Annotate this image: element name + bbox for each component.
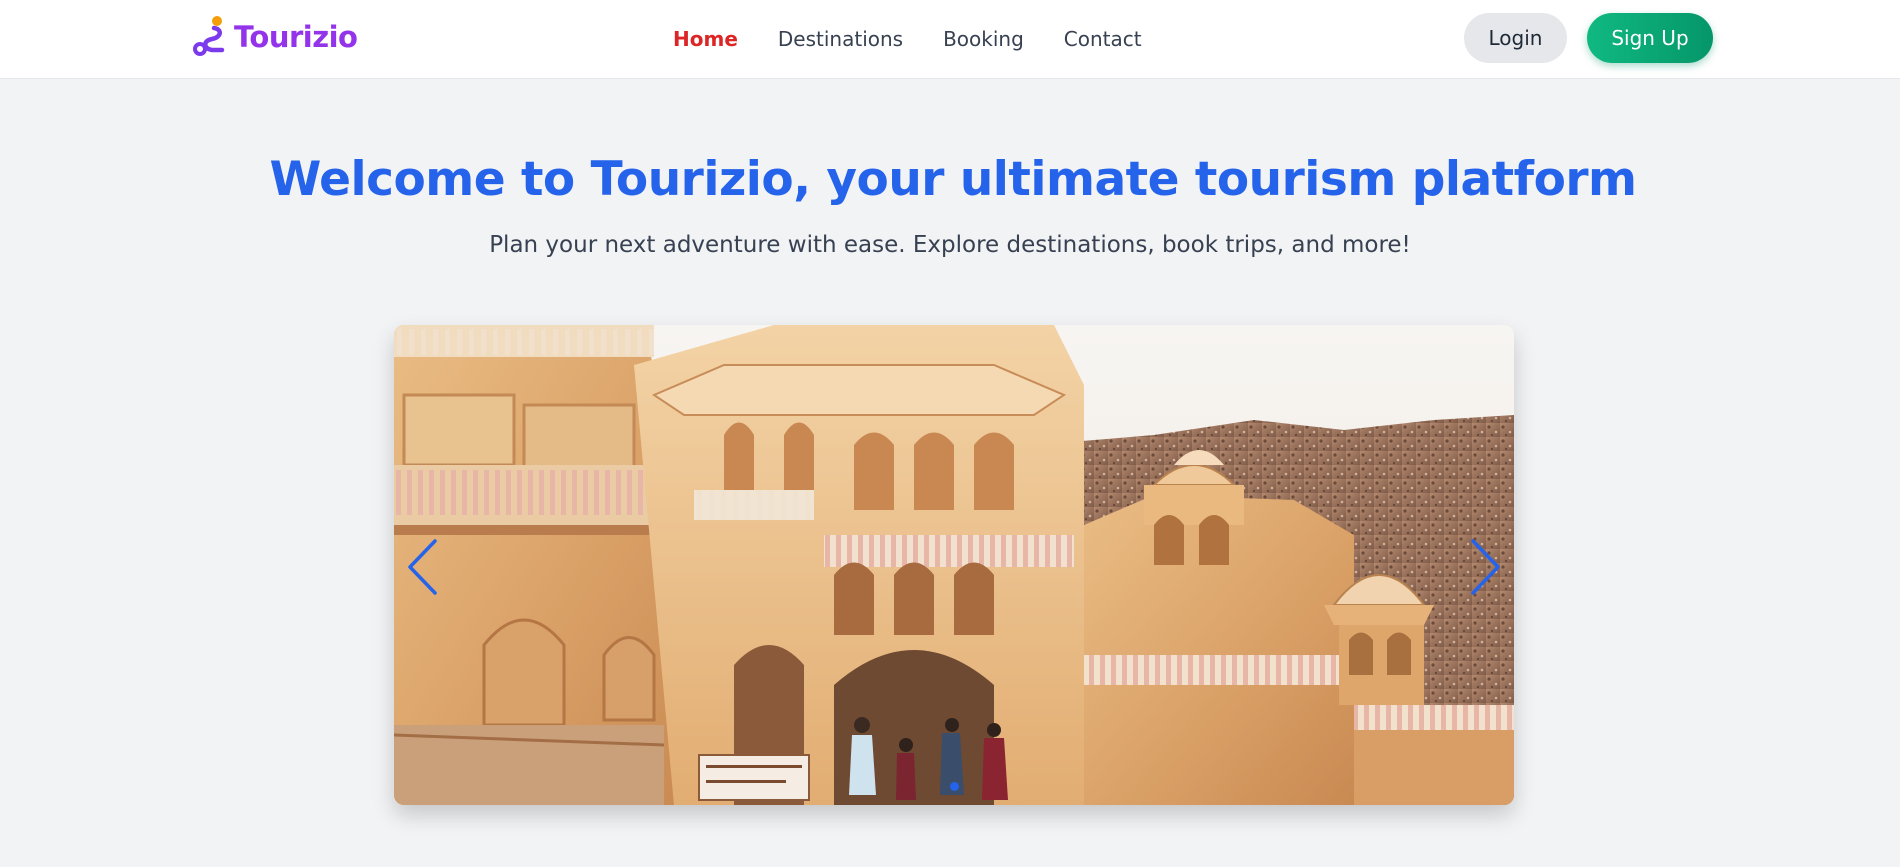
carousel-prev-button[interactable] xyxy=(402,537,442,597)
carousel-pagination xyxy=(394,782,1514,791)
brand-logo[interactable]: Tourizio xyxy=(192,12,358,62)
nav-booking[interactable]: Booking xyxy=(943,27,1024,51)
carousel-next-button[interactable] xyxy=(1466,537,1506,597)
nav-destinations[interactable]: Destinations xyxy=(778,27,903,51)
nav-home[interactable]: Home xyxy=(673,27,738,51)
site-header: Tourizio Home Destinations Booking Conta… xyxy=(0,0,1900,79)
chevron-right-icon xyxy=(1471,539,1500,595)
main-nav: Home Destinations Booking Contact xyxy=(673,22,1142,56)
signup-button[interactable]: Sign Up xyxy=(1587,13,1713,63)
login-button[interactable]: Login xyxy=(1464,13,1567,63)
image-carousel[interactable] xyxy=(394,325,1514,805)
brand-name: Tourizio xyxy=(234,20,358,54)
carousel-dot-active[interactable] xyxy=(949,782,959,791)
chevron-left-icon xyxy=(408,539,437,595)
traveler-route-icon xyxy=(192,15,228,59)
nav-contact[interactable]: Contact xyxy=(1064,27,1142,51)
hero-subtitle: Plan your next adventure with ease. Expl… xyxy=(489,232,1411,258)
carousel-slide-image xyxy=(394,325,1514,805)
hero-title: Welcome to Tourizio, your ultimate touri… xyxy=(269,152,1637,207)
